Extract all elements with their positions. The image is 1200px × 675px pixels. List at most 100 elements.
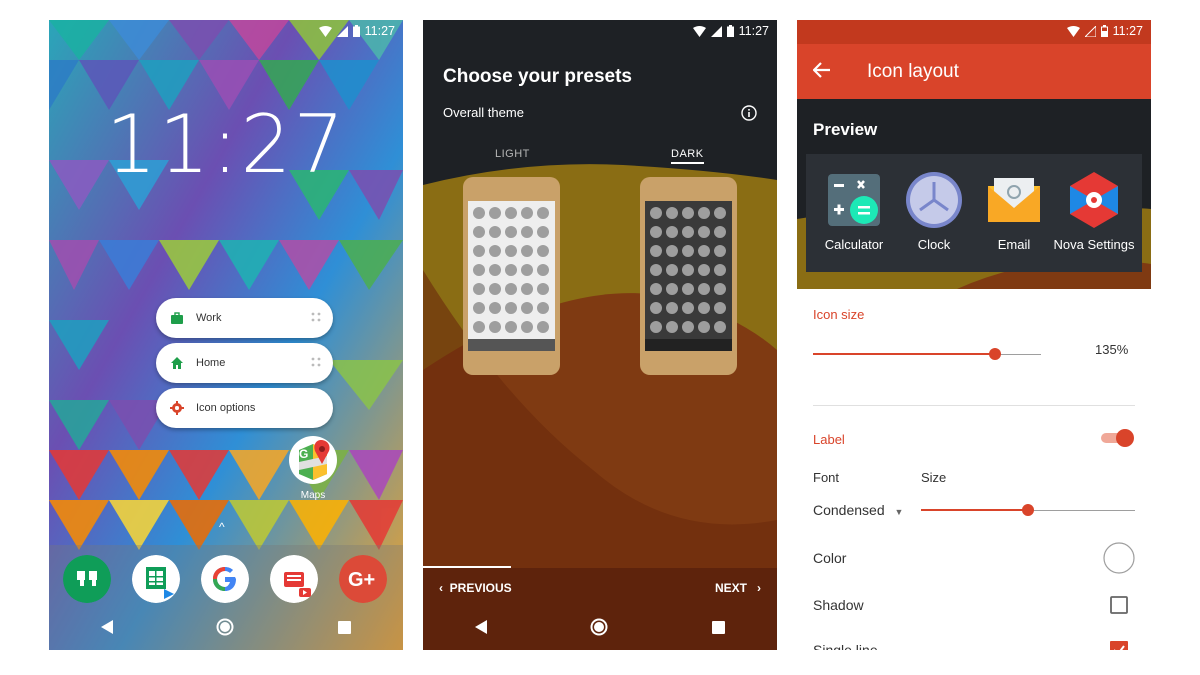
preview-app-nova-settings: Nova Settings	[1052, 170, 1136, 252]
recents-icon[interactable]	[338, 620, 352, 634]
clock-widget[interactable]: 11:27	[49, 98, 403, 191]
sheets-icon[interactable]	[132, 555, 180, 603]
info-icon[interactable]	[741, 105, 757, 121]
app-icon-placeholder	[714, 283, 726, 295]
light-theme-preview[interactable]	[463, 177, 560, 375]
slider-track-rest	[995, 353, 1041, 355]
slider-thumb[interactable]	[989, 348, 1001, 360]
back-arrow-icon[interactable]	[813, 62, 831, 78]
previous-button[interactable]: ‹ PREVIOUS	[439, 581, 512, 595]
label-toggle[interactable]	[1099, 428, 1135, 448]
wifi-icon	[692, 25, 706, 37]
home-icon	[171, 357, 183, 369]
app-icon-placeholder	[489, 302, 501, 314]
clock-icon	[906, 172, 962, 228]
app-icon-placeholder	[650, 207, 662, 219]
google-icon[interactable]	[201, 555, 249, 603]
svg-text:G: G	[299, 447, 308, 461]
dropdown-arrow-icon: ▼	[894, 507, 904, 517]
app-icon-placeholder	[521, 321, 533, 333]
app-icon-placeholder	[714, 245, 726, 257]
tab-light[interactable]: LIGHT	[495, 148, 530, 160]
dark-preview-screen	[645, 201, 732, 351]
home-button-icon[interactable]	[590, 618, 608, 636]
app-icon-placeholder	[698, 245, 710, 257]
app-icon-placeholder	[537, 302, 549, 314]
app-icon-placeholder	[505, 226, 517, 238]
app-icon-placeholder	[537, 321, 549, 333]
drag-handle-icon[interactable]	[311, 312, 321, 322]
app-icon-placeholder	[505, 207, 517, 219]
app-icon-placeholder	[473, 245, 485, 257]
icon-size-slider[interactable]	[813, 346, 1041, 362]
app-icon-placeholder	[682, 245, 694, 257]
single-line-label: Single line	[813, 642, 878, 650]
app-label: Nova Settings	[1053, 237, 1135, 252]
preview-panel: Preview Calculator Clock Email Nova Sett…	[797, 99, 1151, 289]
app-icon-placeholder	[537, 226, 549, 238]
app-icon-placeholder	[698, 321, 710, 333]
app-label: Calculator	[824, 237, 884, 252]
hangouts-icon[interactable]	[63, 555, 111, 603]
shortcut-label: Icon options	[196, 402, 256, 414]
next-button[interactable]: NEXT ›	[715, 581, 761, 595]
app-drawer-caret-icon[interactable]: ^	[219, 520, 225, 534]
app-icon-placeholder	[505, 283, 517, 295]
gear-icon	[170, 401, 184, 415]
font-dropdown[interactable]: Condensed ▼	[813, 502, 903, 518]
tab-dark[interactable]: DARK	[671, 148, 704, 164]
app-icon-placeholder	[666, 321, 678, 333]
app-icon-placeholder	[666, 245, 678, 257]
app-icon-placeholder	[537, 283, 549, 295]
recents-icon[interactable]	[712, 620, 726, 634]
nova-settings-icon	[1070, 172, 1118, 228]
drag-handle-icon[interactable]	[311, 357, 321, 367]
page-title: Choose your presets	[443, 66, 632, 87]
slider-thumb[interactable]	[1022, 504, 1034, 516]
home-button-icon[interactable]	[216, 618, 234, 636]
app-icon-placeholder	[521, 302, 533, 314]
app-icon-placeholder	[666, 226, 678, 238]
label-size-slider[interactable]	[921, 502, 1135, 518]
dark-theme-preview[interactable]	[640, 177, 737, 375]
google-plus-icon[interactable]: G+	[339, 555, 387, 603]
icon-layout-screen: 11:27 Icon layout Preview Calculator Clo…	[797, 20, 1151, 650]
signal-icon	[710, 25, 722, 37]
app-icon-placeholder	[473, 226, 485, 238]
color-swatch[interactable]	[1103, 542, 1135, 574]
shortcut-home[interactable]: Home	[156, 343, 333, 383]
shortcut-work[interactable]: Work	[156, 298, 333, 338]
shadow-checkbox[interactable]	[1110, 596, 1128, 614]
app-label: Email	[997, 237, 1031, 252]
app-icon-placeholder	[521, 245, 533, 257]
preview-app-email: Email	[972, 170, 1056, 252]
wifi-icon	[318, 25, 332, 37]
app-icon-placeholder	[714, 207, 726, 219]
app-icon-placeholder	[521, 226, 533, 238]
app-icon-placeholder	[505, 264, 517, 276]
email-icon	[988, 178, 1040, 222]
app-icon-placeholder	[489, 245, 501, 257]
maps-app-icon[interactable]: G	[289, 436, 337, 484]
app-icon-placeholder	[489, 226, 501, 238]
app-icon-placeholder	[521, 283, 533, 295]
app-icon-placeholder	[682, 226, 694, 238]
app-icon-placeholder	[666, 264, 678, 276]
status-icons: 11:27	[797, 20, 1151, 42]
previous-label: PREVIOUS	[449, 581, 512, 595]
back-icon[interactable]	[474, 620, 487, 634]
shortcut-icon-options[interactable]: Icon options	[156, 388, 333, 428]
app-icon-placeholder	[682, 321, 694, 333]
app-icon-placeholder	[505, 321, 517, 333]
app-icon-placeholder	[698, 283, 710, 295]
slider-track-filled	[921, 509, 1028, 511]
back-icon[interactable]	[100, 620, 113, 634]
font-label: Font	[813, 470, 840, 485]
app-icon-placeholder	[505, 302, 517, 314]
single-line-checkbox[interactable]	[1110, 641, 1128, 650]
app-icon-placeholder	[682, 302, 694, 314]
icon-size-value: 135%	[1095, 342, 1129, 357]
app-icon-placeholder	[650, 321, 662, 333]
briefcase-icon	[171, 312, 183, 324]
youtube-icon[interactable]	[270, 555, 318, 603]
